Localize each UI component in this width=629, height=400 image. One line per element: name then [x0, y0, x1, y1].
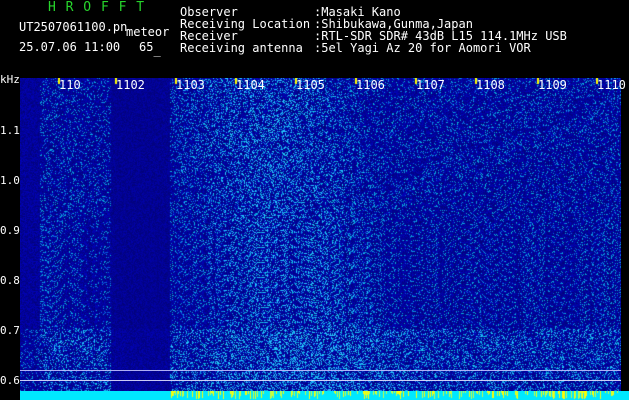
signal-band-spikes: [20, 391, 629, 400]
hrofft-viewer: H R O F F T UT2507061100.pn meteor 25.07…: [0, 0, 629, 400]
y-tick-label: 0.8: [0, 274, 20, 287]
antenna-value: :5el Yagi Az 20 for Aomori VOR: [314, 41, 531, 55]
spectrogram-noise: [20, 78, 621, 400]
datetime-label: 25.07.06 11:00: [19, 40, 121, 54]
y-tick-label: 0.6: [0, 374, 20, 387]
x-tick-label: 1109: [538, 78, 567, 92]
count-label: 65_: [139, 40, 161, 56]
y-tick-label: 1.0: [0, 174, 20, 187]
y-tick-label: 0.7: [0, 324, 20, 337]
x-tick-label: 1107: [416, 78, 445, 92]
y-axis-unit: kHz: [0, 73, 20, 86]
x-tick-label: 1102: [116, 78, 145, 92]
x-tick-label: 1110: [597, 78, 626, 92]
x-tick-label: 110: [59, 78, 81, 92]
y-tick-label: 1.1: [0, 124, 20, 137]
antenna-label: Receiving antenna: [180, 41, 303, 55]
y-tick-label: 0.9: [0, 224, 20, 237]
right-border: [621, 78, 629, 391]
reference-line: [20, 380, 621, 381]
x-tick-label: 1105: [296, 78, 325, 92]
x-tick-label: 1104: [236, 78, 265, 92]
spectrogram: [20, 78, 621, 400]
reference-line: [20, 370, 621, 371]
filename-label: UT2507061100.pn: [19, 20, 128, 34]
x-tick-label: 1103: [176, 78, 205, 92]
count-value: 65: [139, 40, 154, 54]
app-logo: H R O F F T: [48, 0, 146, 15]
mode-label: meteor: [126, 25, 170, 39]
count-cursor: _: [153, 43, 161, 57]
x-tick-label: 1108: [476, 78, 505, 92]
x-tick-label: 1106: [356, 78, 385, 92]
